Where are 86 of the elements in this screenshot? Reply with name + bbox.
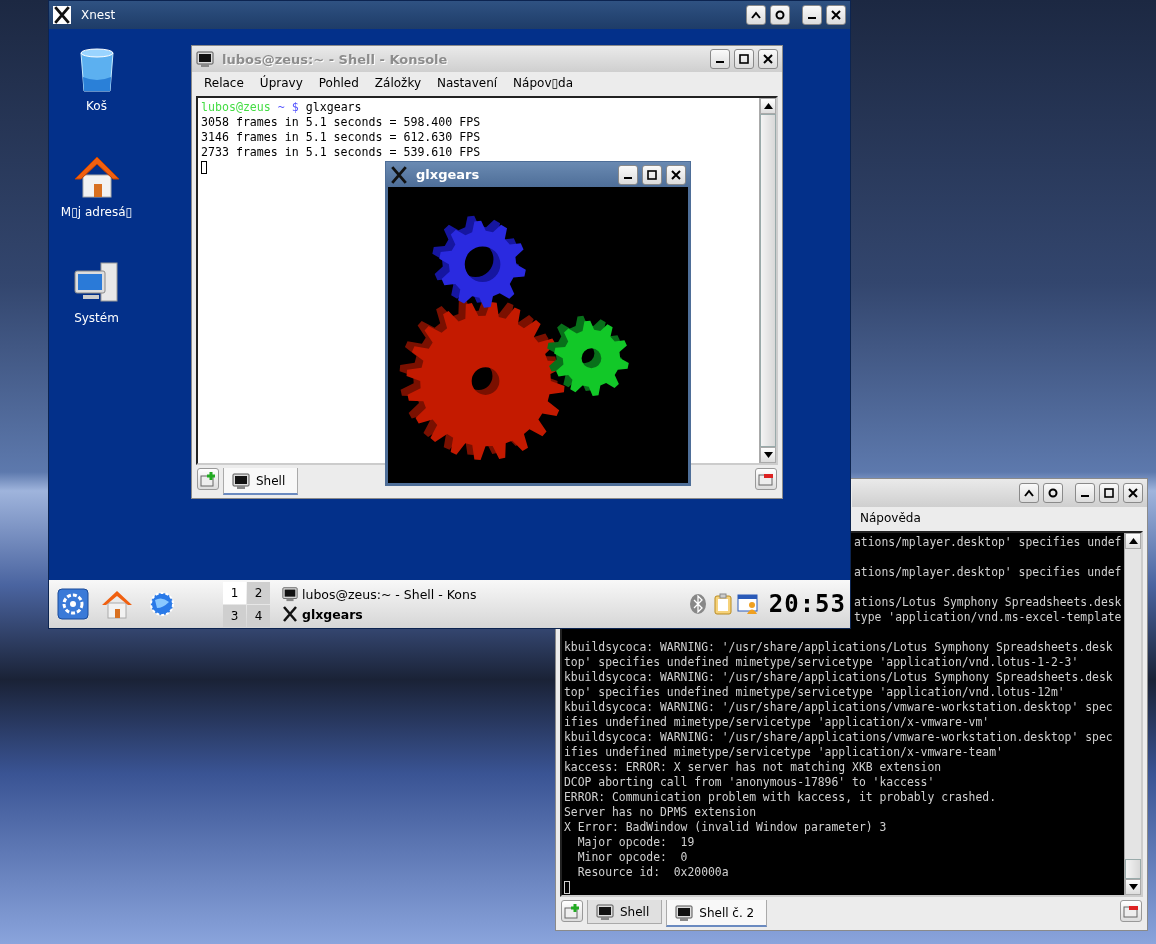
triangle-down-icon <box>763 452 773 458</box>
menu-item[interactable]: Nápověda <box>852 511 929 525</box>
menu-item[interactable]: Nastavení <box>429 76 506 90</box>
shade-button[interactable] <box>746 5 766 25</box>
tab[interactable]: Shell <box>223 468 299 495</box>
shade-button[interactable] <box>1019 483 1039 503</box>
menu-item[interactable]: Záložky <box>366 76 429 90</box>
close-button[interactable] <box>758 49 778 69</box>
new-tab-icon <box>564 903 580 919</box>
close-tab-icon <box>758 471 774 487</box>
taskbar-button[interactable]: lubos@zeus:~ - Shell - Kons <box>282 586 542 602</box>
tab[interactable]: Shell <box>587 900 663 924</box>
menu-item[interactable]: Relace <box>196 76 252 90</box>
close-icon <box>829 8 843 22</box>
maximize-button[interactable] <box>1099 483 1119 503</box>
maximize-button[interactable] <box>642 164 662 185</box>
minimize-icon <box>715 61 725 63</box>
taskbar-button[interactable]: glxgears <box>282 606 542 622</box>
terminal-icon <box>232 471 250 490</box>
title-bar[interactable]: Xnest <box>49 1 850 29</box>
maximize-icon <box>737 52 751 66</box>
window-title: Xnest <box>81 8 116 22</box>
x-icon <box>282 606 298 622</box>
maximize-icon <box>645 167 659 182</box>
triangle-up-icon <box>763 103 773 109</box>
text-cursor <box>564 881 570 894</box>
window-title: glxgears <box>416 167 480 182</box>
text-cursor <box>201 161 207 174</box>
sticky-button[interactable] <box>1043 483 1063 503</box>
triangle-up-icon <box>1128 538 1138 544</box>
close-icon <box>1126 486 1140 500</box>
house-icon[interactable] <box>101 588 133 620</box>
circle-icon <box>1046 486 1060 500</box>
menu-item[interactable]: Pohled <box>310 76 367 90</box>
desktop-pager-cell[interactable]: 2 <box>247 581 270 604</box>
desktop-icon[interactable]: Koš <box>72 47 121 113</box>
new-tab-button[interactable] <box>197 468 219 490</box>
close-tab-button[interactable] <box>755 468 777 490</box>
window-user-icon[interactable] <box>736 593 759 615</box>
terminal-icon <box>196 50 214 68</box>
scroll-up-button[interactable] <box>1125 533 1141 549</box>
minimize-icon <box>807 17 817 19</box>
window-title: lubos@zeus:~ - Shell - Konsole <box>222 51 448 67</box>
maximize-icon <box>1102 486 1116 500</box>
terminal-icon <box>282 586 298 602</box>
circle-icon <box>773 8 787 22</box>
scroll-down-button[interactable] <box>1125 879 1141 895</box>
scrollbar-thumb[interactable] <box>760 114 776 447</box>
close-tab-icon <box>1123 903 1139 919</box>
close-tab-button[interactable] <box>1120 900 1142 922</box>
triangle-down-icon <box>1128 884 1138 890</box>
terminal-icon <box>675 903 694 922</box>
clipboard-icon[interactable] <box>711 593 734 615</box>
minimize-button[interactable] <box>1075 483 1095 503</box>
close-button[interactable] <box>666 164 686 185</box>
terminal-icon <box>596 902 614 921</box>
close-icon <box>669 167 683 182</box>
close-button[interactable] <box>826 5 846 25</box>
scrollbar-thumb[interactable] <box>1125 859 1141 879</box>
new-tab-button[interactable] <box>561 900 583 922</box>
desktop-icon[interactable]: Systém <box>72 259 121 325</box>
clock: 20:53 <box>768 590 846 618</box>
desktop-pager-cell[interactable]: 4 <box>247 604 270 627</box>
minimize-button[interactable] <box>802 5 822 25</box>
desktop-icon[interactable]: M▯j adresá▯ <box>60 153 133 219</box>
minimize-button[interactable] <box>618 164 638 185</box>
minimize-icon <box>1080 495 1090 497</box>
k-menu-icon[interactable] <box>57 588 89 620</box>
scroll-up-button[interactable] <box>760 98 776 114</box>
close-button[interactable] <box>1123 483 1143 503</box>
menu-item[interactable]: Úpravy <box>251 76 311 90</box>
sticky-button[interactable] <box>770 5 790 25</box>
x-icon <box>53 6 71 24</box>
desktop-pager-cell[interactable]: 3 <box>223 604 246 627</box>
maximize-button[interactable] <box>734 49 754 69</box>
tab[interactable]: Shell č. 2 <box>666 900 768 927</box>
x-icon <box>390 165 408 184</box>
title-bar[interactable]: glxgears <box>386 162 690 187</box>
minimize-icon <box>623 176 633 179</box>
new-tab-icon <box>200 471 216 487</box>
title-bar[interactable] <box>852 479 1147 507</box>
scroll-down-button[interactable] <box>760 447 776 463</box>
minimize-button[interactable] <box>710 49 730 69</box>
desktop-pager-cell[interactable]: 1 <box>223 581 246 604</box>
close-icon <box>761 52 775 66</box>
menu-item[interactable]: Nápov▯da <box>505 76 582 90</box>
